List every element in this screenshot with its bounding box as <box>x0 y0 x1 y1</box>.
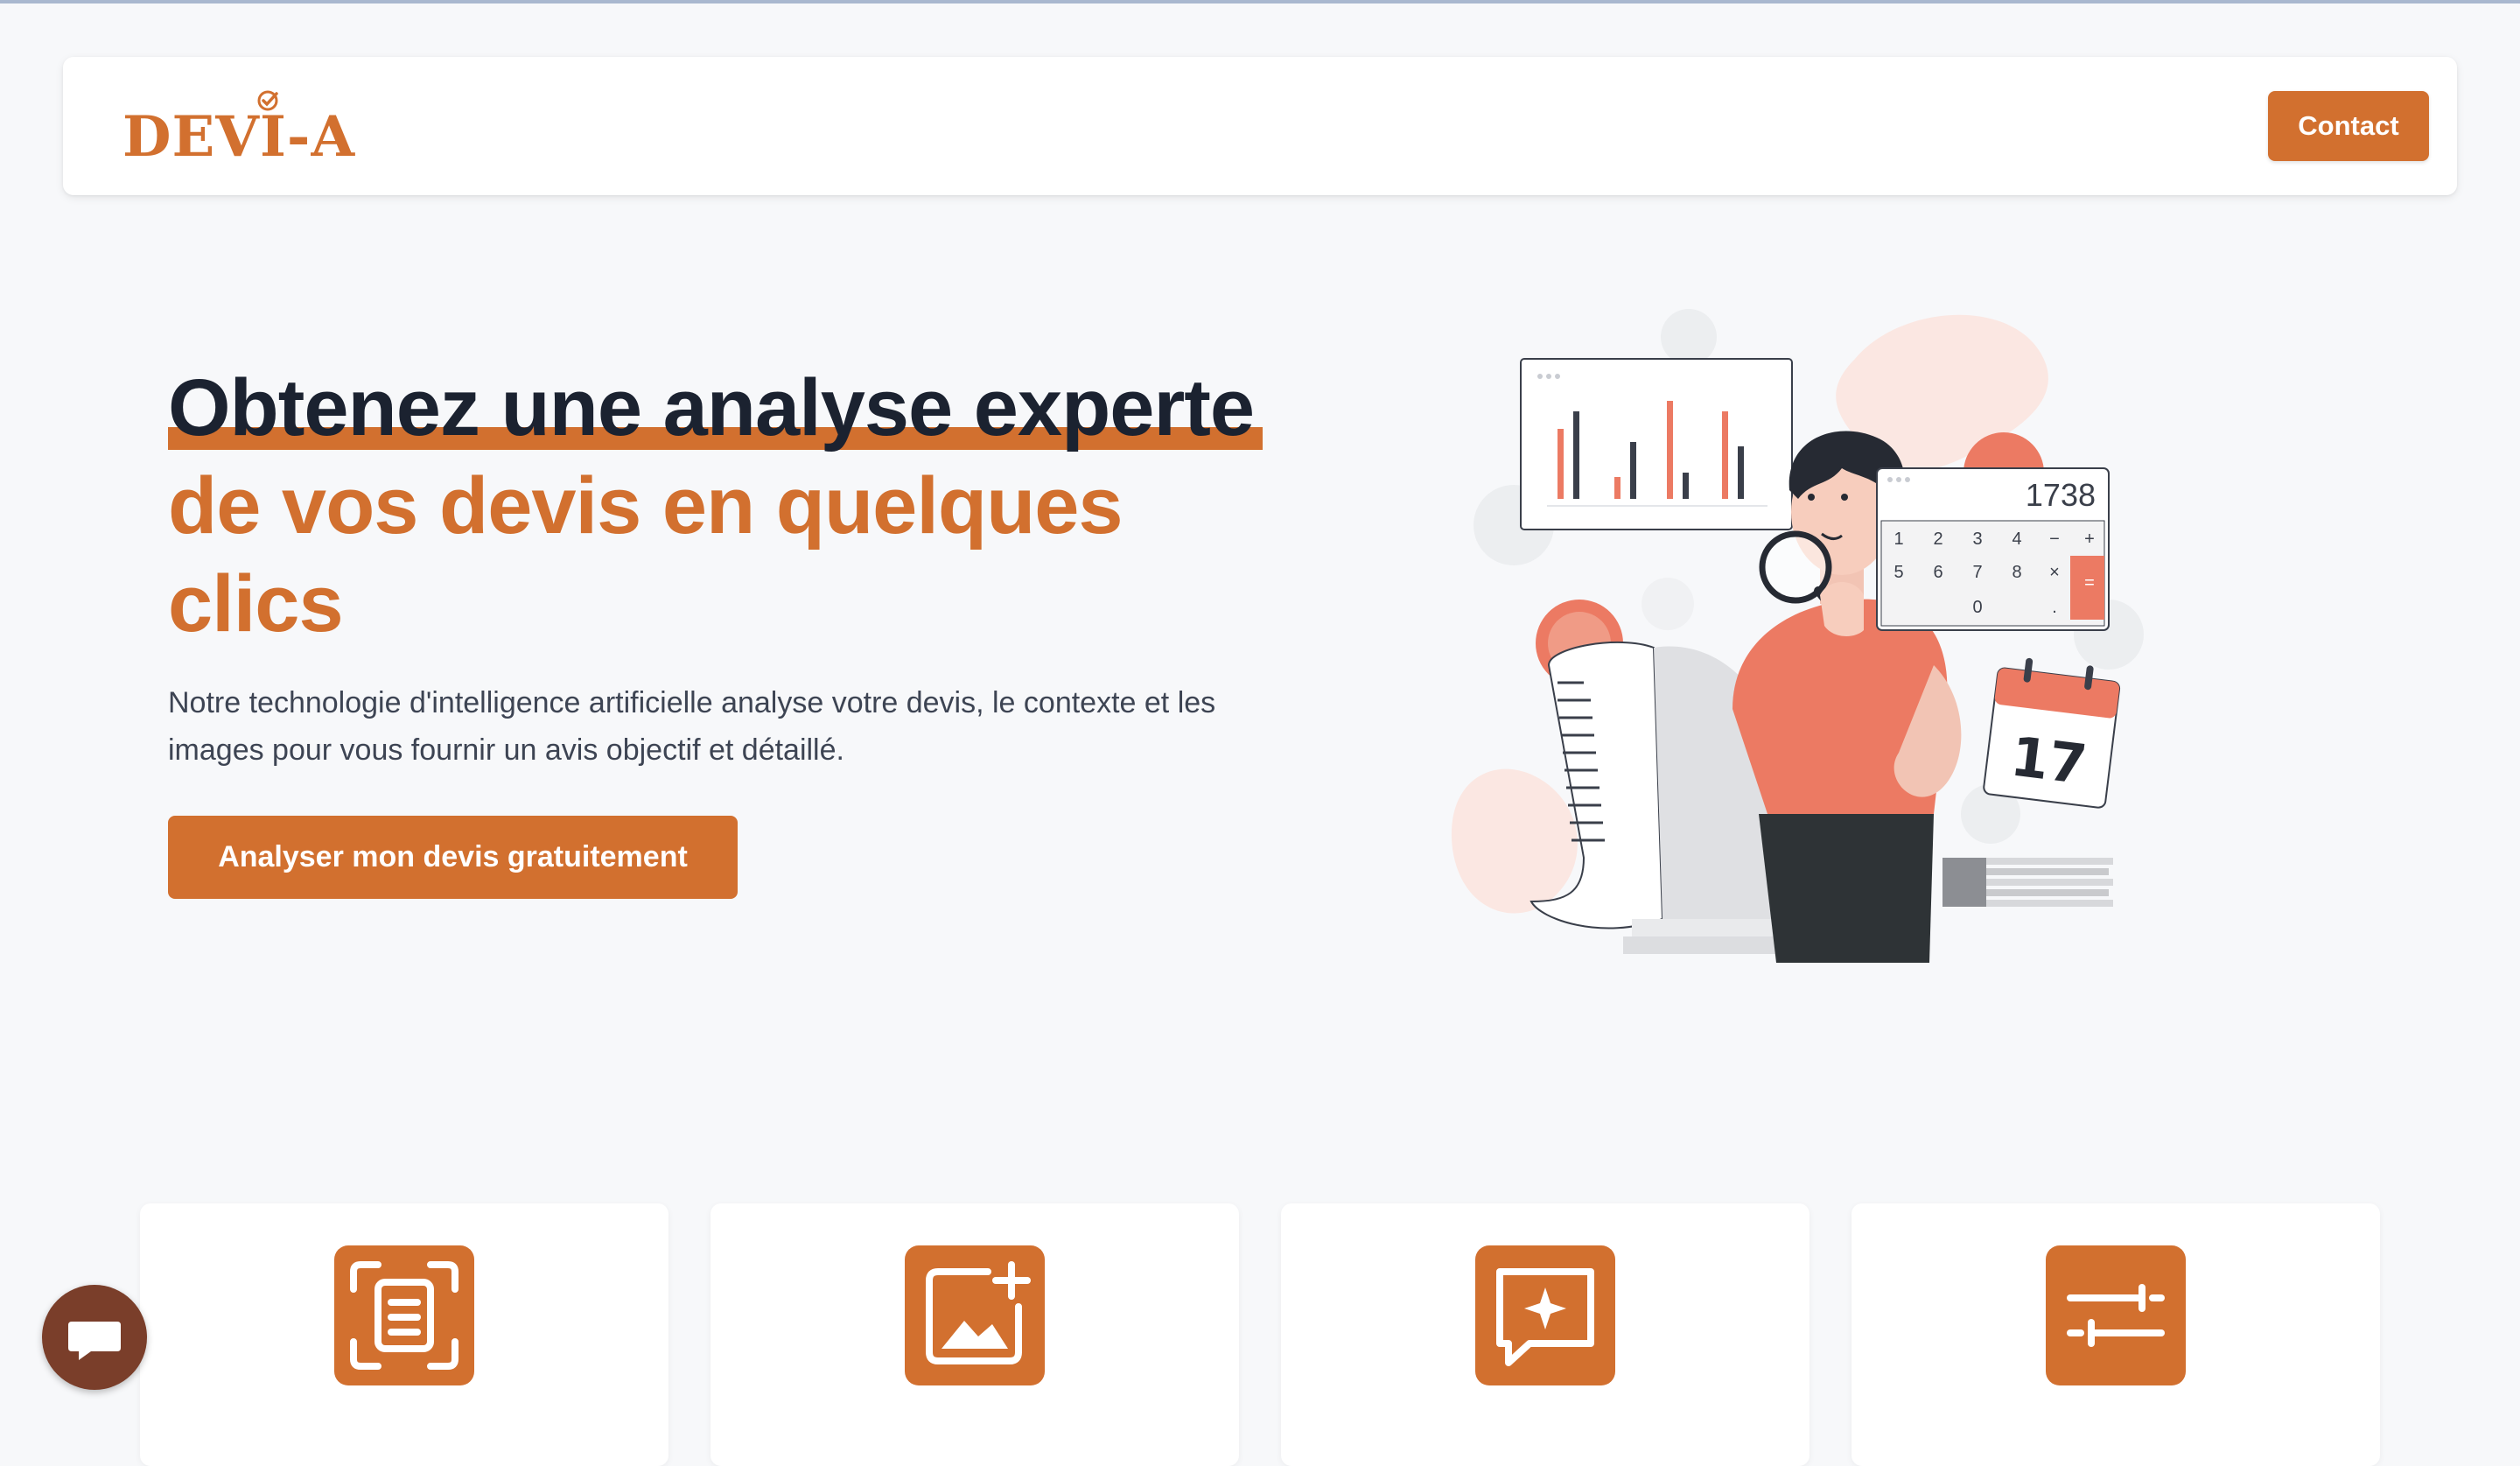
svg-text:7: 7 <box>1972 563 1982 582</box>
hero-title: Obtenez une analyse experte de vos devis… <box>168 359 1306 653</box>
svg-text:+: + <box>2084 530 2095 549</box>
hero-title-line1: Obtenez une analyse experte <box>168 363 1255 452</box>
contact-button[interactable]: Contact <box>2268 91 2429 161</box>
top-border <box>0 0 2520 4</box>
svg-text:3: 3 <box>1972 530 1982 549</box>
feature-card-document <box>140 1203 668 1466</box>
logo-text: DEVI-A <box>122 104 356 170</box>
chat-sparkle-icon <box>1496 1268 1594 1366</box>
chat-bubble-icon <box>68 1322 121 1360</box>
hero-title-highlight: Obtenez une analyse experte <box>168 359 1264 457</box>
svg-text:0: 0 <box>1972 598 1982 617</box>
feature-icon-box <box>1475 1245 1615 1385</box>
svg-text:=: = <box>2084 573 2095 593</box>
svg-text:6: 6 <box>1933 563 1942 582</box>
image-add-icon <box>926 1261 1031 1364</box>
feature-card-image <box>710 1203 1239 1466</box>
hero-title-line2: de vos devis en quelques clics <box>168 461 1124 649</box>
svg-text:5: 5 <box>1894 563 1903 582</box>
svg-text:1: 1 <box>1894 530 1903 549</box>
document-scan-icon <box>350 1261 458 1370</box>
feature-icon-box <box>905 1245 1045 1385</box>
calculator-display: 1738 <box>2026 477 2096 513</box>
svg-text:×: × <box>2049 563 2060 582</box>
svg-text:.: . <box>2052 598 2057 617</box>
svg-text:4: 4 <box>2012 530 2021 549</box>
feature-icon-box <box>2046 1245 2186 1385</box>
feature-card-settings <box>1852 1203 2380 1466</box>
logo[interactable]: DEVI-A <box>122 78 359 174</box>
hero-illustration: 1738 1 2 3 4 − + 5 6 7 8 × = 0. 17 <box>1451 309 2144 963</box>
svg-text:8: 8 <box>2012 563 2021 582</box>
feature-card-chat <box>1281 1203 1810 1466</box>
hero-description: Notre technologie d'intelligence artific… <box>168 686 1216 767</box>
chat-widget-button[interactable] <box>42 1285 147 1390</box>
svg-text:−: − <box>2049 530 2060 549</box>
calendar-day: 17 <box>2007 724 2090 796</box>
feature-icon-box <box>334 1245 474 1385</box>
site-header: DEVI-A Contact <box>63 57 2457 195</box>
sliders-icon <box>2067 1284 2165 1347</box>
svg-text:2: 2 <box>1933 530 1942 549</box>
analyze-quote-button[interactable]: Analyser mon devis gratuitement <box>168 816 738 899</box>
